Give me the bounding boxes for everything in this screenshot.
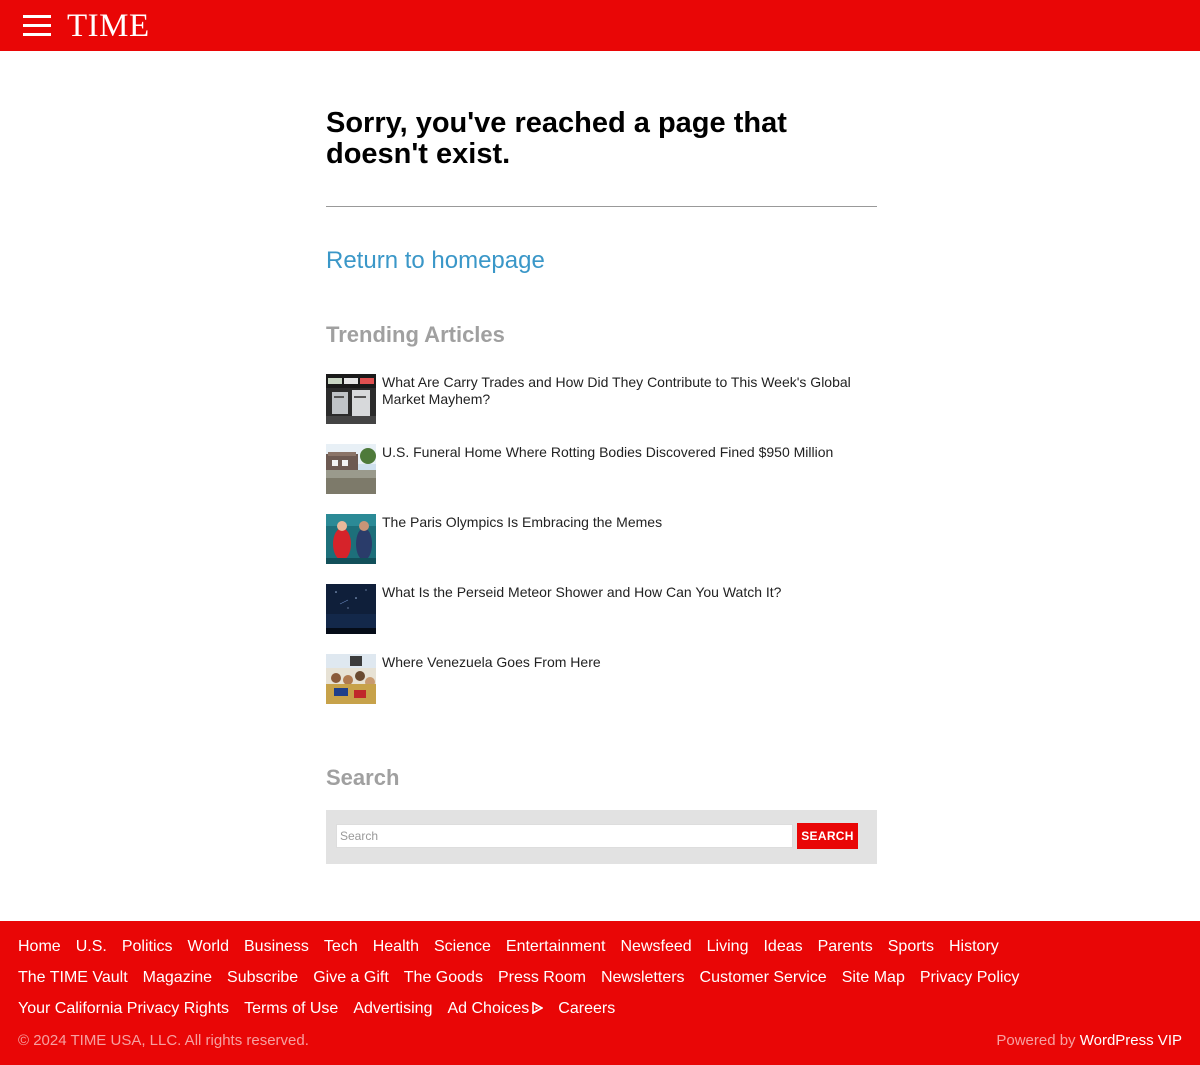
main-content: Sorry, you've reached a page that doesn'… [326,107,877,864]
search-heading: Search [326,765,400,790]
footer-link-history[interactable]: History [949,938,999,955]
trending-article-item[interactable]: What Are Carry Trades and How Did They C… [326,374,877,424]
footer-link-tech[interactable]: Tech [324,938,358,955]
search-form: SEARCH [326,810,877,864]
footer-link-terms-of-use[interactable]: Terms of Use [244,1000,338,1017]
footer-link-privacy-policy[interactable]: Privacy Policy [920,969,1020,986]
trending-article-item[interactable]: U.S. Funeral Home Where Rotting Bodies D… [326,444,877,494]
trending-article-item[interactable]: What Is the Perseid Meteor Shower and Ho… [326,584,877,634]
footer-link-us[interactable]: U.S. [76,938,107,955]
site-footer: Home U.S. Politics World Business Tech Health S… [0,921,1200,1065]
powered-by-prefix: Powered by [996,1032,1076,1049]
footer-link-advertising[interactable]: Advertising [353,1000,432,1017]
footer-link-customer-service[interactable]: Customer Service [700,969,827,986]
footer-link-give-a-gift[interactable]: Give a Gift [313,969,389,986]
footer-link-science[interactable]: Science [434,938,491,955]
footer-link-parents[interactable]: Parents [818,938,873,955]
article-thumbnail[interactable] [326,514,376,564]
trending-article-item[interactable]: The Paris Olympics Is Embracing the Meme… [326,514,877,564]
page-not-found-headline: Sorry, you've reached a page that doesn'… [326,107,787,170]
article-title[interactable]: U.S. Funeral Home Where Rotting Bodies D… [382,444,872,461]
trending-article-item[interactable]: Where Venezuela Goes From Here [326,654,877,704]
footer-link-ad-choices-label: Ad Choices [447,1000,530,1017]
divider [326,206,877,207]
footer-link-home[interactable]: Home [18,938,61,955]
footer-link-time-vault[interactable]: The TIME Vault [18,969,128,986]
footer-link-politics[interactable]: Politics [122,938,173,955]
article-title[interactable]: What Are Carry Trades and How Did They C… [382,374,872,408]
footer-link-entertainment[interactable]: Entertainment [506,938,606,955]
footer-link-the-goods[interactable]: The Goods [404,969,483,986]
time-logo[interactable]: TIME [67,7,150,45]
article-title[interactable]: Where Venezuela Goes From Here [382,654,872,671]
search-input[interactable] [336,824,793,848]
footer-nav-row-1: Home U.S. Politics World Business Tech Health S… [18,936,1014,958]
article-thumbnail[interactable] [326,654,376,704]
footer-nav-row-2: The TIME Vault Magazine Subscribe Give a Gi… [18,967,1034,989]
copyright-text: © 2024 TIME USA, LLC. All rights reserve… [18,1032,309,1049]
footer-nav-row-3: Your California Privacy Rights Terms of U… [18,998,630,1020]
article-title[interactable]: What Is the Perseid Meteor Shower and Ho… [382,584,872,601]
search-button[interactable]: SEARCH [797,823,858,849]
article-thumbnail[interactable] [326,374,376,424]
footer-link-subscribe[interactable]: Subscribe [227,969,298,986]
return-to-homepage-link[interactable]: Return to homepage [326,245,545,277]
article-thumbnail[interactable] [326,444,376,494]
footer-link-press-room[interactable]: Press Room [498,969,586,986]
wordpress-vip-link[interactable]: WordPress VIP [1080,1032,1182,1049]
footer-link-sports[interactable]: Sports [888,938,934,955]
footer-link-newsletters[interactable]: Newsletters [601,969,685,986]
hamburger-menu-icon[interactable] [23,14,51,38]
article-thumbnail[interactable] [326,584,376,634]
footer-link-business[interactable]: Business [244,938,309,955]
footer-link-world[interactable]: World [188,938,230,955]
ad-choices-icon [531,998,544,1020]
powered-by: Powered by WordPress VIP [996,1031,1182,1051]
footer-link-site-map[interactable]: Site Map [842,969,905,986]
footer-link-careers[interactable]: Careers [558,1000,615,1017]
footer-link-newsfeed[interactable]: Newsfeed [621,938,692,955]
trending-articles-heading: Trending Articles [326,322,505,347]
footer-link-ad-choices[interactable]: Ad Choices [447,998,544,1020]
footer-link-health[interactable]: Health [373,938,419,955]
top-header-bar: TIME [0,0,1200,51]
footer-link-magazine[interactable]: Magazine [143,969,212,986]
article-title[interactable]: The Paris Olympics Is Embracing the Meme… [382,514,872,531]
footer-link-living[interactable]: Living [707,938,749,955]
footer-link-ideas[interactable]: Ideas [763,938,802,955]
footer-link-california-privacy[interactable]: Your California Privacy Rights [18,1000,229,1017]
